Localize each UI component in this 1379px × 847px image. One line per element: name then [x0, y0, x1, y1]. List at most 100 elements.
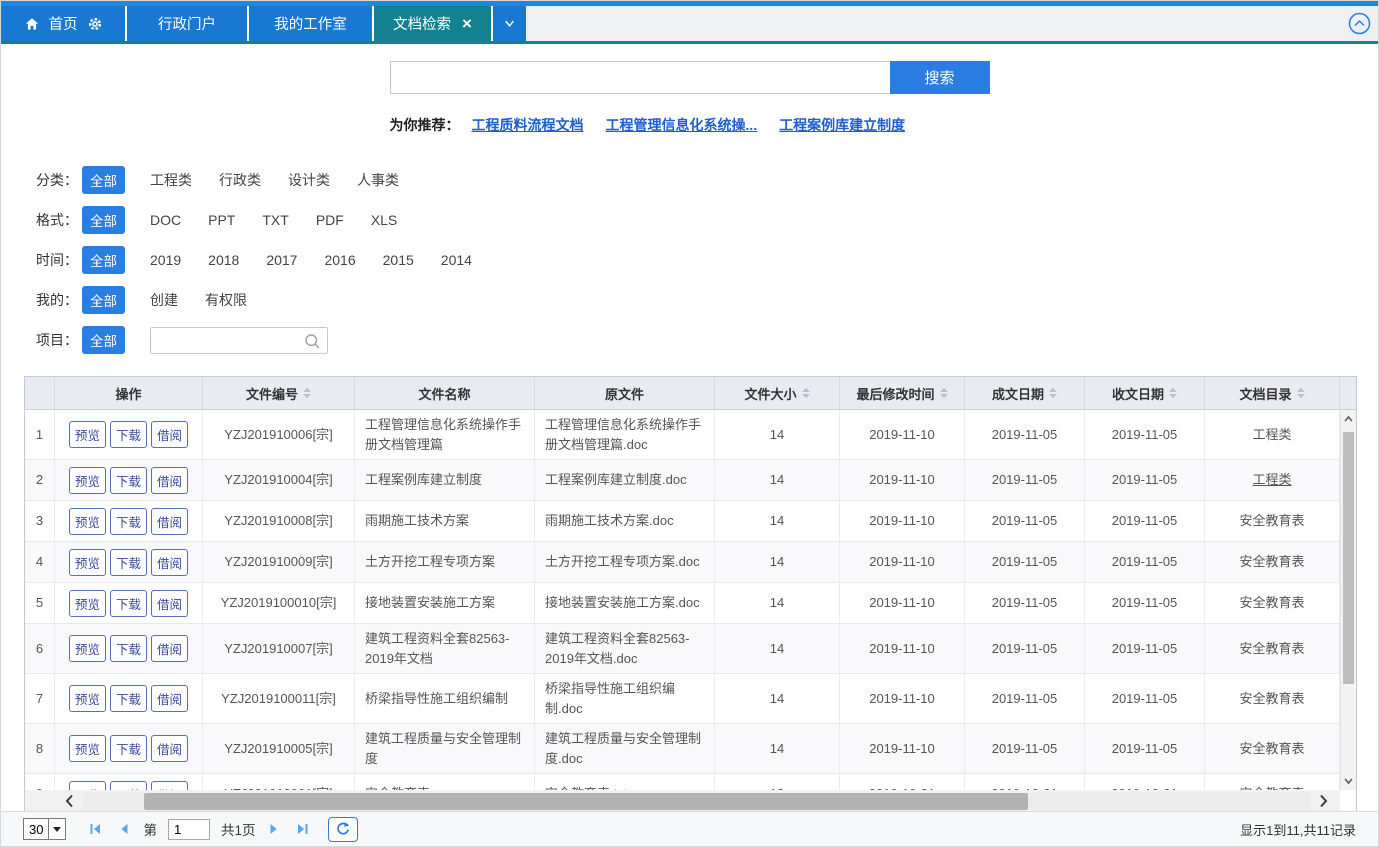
page-number-input[interactable]: [168, 819, 210, 840]
cell-directory: 安全教育表: [1205, 624, 1340, 673]
download-button[interactable]: 下载: [110, 685, 147, 712]
column-header[interactable]: 文件编号: [203, 377, 355, 409]
borrow-button[interactable]: 借阅: [151, 781, 188, 791]
cell-modified-date: 2019-11-10: [840, 724, 965, 773]
download-button[interactable]: 下载: [110, 467, 147, 494]
tab-label: 文档检索: [393, 13, 451, 34]
borrow-button[interactable]: 借阅: [151, 685, 188, 712]
tab-my-workspace[interactable]: 我的工作室: [249, 6, 374, 41]
preview-button[interactable]: 预览: [69, 467, 106, 494]
filter-option[interactable]: 有权限: [205, 290, 247, 310]
filter-option[interactable]: 2018: [208, 252, 239, 268]
search-button[interactable]: 搜索: [890, 61, 990, 94]
filter-option-all-selected[interactable]: 全部: [82, 286, 125, 314]
tab-home[interactable]: 首页: [1, 6, 127, 41]
filter-option-all-selected[interactable]: 全部: [82, 206, 125, 234]
cell-received-date: 2019-11-05: [1085, 410, 1205, 459]
gear-icon[interactable]: [87, 16, 103, 32]
recommend-link[interactable]: 工程质料流程文档: [472, 117, 584, 133]
preview-button[interactable]: 预览: [69, 590, 106, 617]
preview-button[interactable]: 预览: [69, 781, 106, 791]
borrow-button[interactable]: 借阅: [151, 635, 188, 662]
recommend-link[interactable]: 工程管理信息化系统操...: [606, 117, 758, 133]
filter-option[interactable]: 设计类: [288, 170, 330, 190]
sort-icon[interactable]: [303, 388, 311, 398]
scroll-up-icon[interactable]: [1341, 410, 1356, 428]
sort-icon[interactable]: [1169, 388, 1177, 398]
preview-button[interactable]: 预览: [69, 421, 106, 448]
download-button[interactable]: 下载: [110, 735, 147, 762]
last-page-button[interactable]: [293, 822, 313, 836]
preview-button[interactable]: 预览: [69, 735, 106, 762]
scroll-right-icon[interactable]: [1318, 793, 1330, 809]
collapse-toolbar-button[interactable]: [1348, 12, 1371, 35]
filter-option[interactable]: 2014: [441, 252, 472, 268]
preview-button[interactable]: 预览: [69, 508, 106, 535]
sort-icon[interactable]: [940, 388, 948, 398]
download-button[interactable]: 下载: [110, 508, 147, 535]
tab-document-search[interactable]: 文档检索 ×: [374, 6, 493, 41]
search-input[interactable]: [390, 61, 890, 94]
borrow-button[interactable]: 借阅: [151, 467, 188, 494]
page-size-select[interactable]: 30: [23, 818, 66, 840]
sort-icon[interactable]: [1049, 388, 1057, 398]
filter-option-all-selected[interactable]: 全部: [82, 166, 125, 194]
borrow-button[interactable]: 借阅: [151, 735, 188, 762]
preview-button[interactable]: 预览: [69, 549, 106, 576]
filter-option[interactable]: 人事类: [357, 170, 399, 190]
filter-option[interactable]: DOC: [150, 212, 181, 228]
scroll-left-icon[interactable]: [63, 793, 75, 809]
filter-option[interactable]: PDF: [316, 212, 344, 228]
column-header: 操作: [55, 377, 203, 409]
cell-file-number: YZJ201910005[宗]: [203, 724, 355, 773]
filter-option[interactable]: XLS: [371, 212, 397, 228]
tab-list-dropdown[interactable]: [493, 6, 526, 41]
horizontal-scrollbar[interactable]: [25, 790, 1340, 812]
filter-option[interactable]: TXT: [262, 212, 288, 228]
filter-option-all-selected[interactable]: 全部: [82, 246, 125, 274]
preview-button[interactable]: 预览: [69, 685, 106, 712]
refresh-button[interactable]: [328, 817, 358, 842]
filter-option[interactable]: 2016: [324, 252, 355, 268]
tab-admin-portal[interactable]: 行政门户: [127, 6, 249, 41]
vertical-scroll-track[interactable]: [1341, 428, 1356, 772]
project-filter-input[interactable]: [150, 327, 328, 354]
recommend-link[interactable]: 工程案例库建立制度: [779, 117, 905, 133]
preview-button[interactable]: 预览: [69, 635, 106, 662]
borrow-button[interactable]: 借阅: [151, 549, 188, 576]
horizontal-scroll-thumb[interactable]: [144, 793, 1027, 810]
filter-option[interactable]: 2017: [266, 252, 297, 268]
cell-directory[interactable]: 工程类: [1205, 460, 1340, 500]
close-icon[interactable]: ×: [462, 15, 472, 32]
filter-option[interactable]: 创建: [150, 290, 178, 310]
filter-option[interactable]: 工程类: [150, 170, 192, 190]
filter-option-all-selected[interactable]: 全部: [82, 326, 125, 354]
column-header[interactable]: 文档目录: [1205, 377, 1340, 409]
recommendations: 为你推荐： 工程质料流程文档工程管理信息化系统操...工程案例库建立制度: [390, 115, 990, 135]
prev-page-button[interactable]: [114, 822, 134, 836]
filter-option[interactable]: 2015: [383, 252, 414, 268]
filter-option[interactable]: 2019: [150, 252, 181, 268]
horizontal-scroll-track[interactable]: [83, 793, 1310, 810]
filter-option[interactable]: 行政类: [219, 170, 261, 190]
download-button[interactable]: 下载: [110, 421, 147, 448]
borrow-button[interactable]: 借阅: [151, 508, 188, 535]
download-button[interactable]: 下载: [110, 635, 147, 662]
download-button[interactable]: 下载: [110, 781, 147, 791]
download-button[interactable]: 下载: [110, 590, 147, 617]
sort-icon[interactable]: [1297, 388, 1305, 398]
download-button[interactable]: 下载: [110, 549, 147, 576]
sort-icon[interactable]: [802, 388, 810, 398]
scroll-down-icon[interactable]: [1341, 772, 1356, 790]
next-page-button[interactable]: [264, 822, 284, 836]
vertical-scroll-thumb[interactable]: [1343, 432, 1354, 684]
column-header[interactable]: 收文日期: [1085, 377, 1205, 409]
column-header[interactable]: 成文日期: [965, 377, 1085, 409]
vertical-scrollbar[interactable]: [1340, 410, 1356, 790]
borrow-button[interactable]: 借阅: [151, 421, 188, 448]
column-header[interactable]: 最后修改时间: [840, 377, 965, 409]
borrow-button[interactable]: 借阅: [151, 590, 188, 617]
first-page-button[interactable]: [85, 822, 105, 836]
filter-option[interactable]: PPT: [208, 212, 235, 228]
column-header[interactable]: 文件大小: [715, 377, 840, 409]
